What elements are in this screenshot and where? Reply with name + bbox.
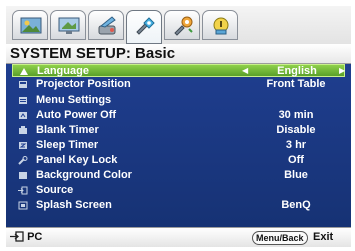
menu-item-label: Splash Screen [36, 199, 112, 211]
category-tab-bar [6, 6, 351, 44]
menu-back-key-hint[interactable]: Menu/Back [252, 231, 308, 245]
menu-item-value: 30 min [278, 109, 314, 121]
splash-screen-icon [18, 201, 28, 210]
menu-item-value: 3 hr [285, 139, 307, 151]
language-icon [20, 68, 28, 75]
menu-item-background-color[interactable]: Background Color Blue [6, 169, 351, 182]
menu-item-label: Auto Power Off [36, 109, 117, 121]
menu-title: SYSTEM SETUP: Basic [10, 45, 176, 62]
information-icon [213, 17, 229, 35]
exit-label: Exit [313, 231, 334, 243]
menu-item-sleep-timer[interactable]: Sleep Timer 3 hr [6, 139, 351, 152]
source-icon [18, 186, 28, 195]
status-bar: PC Menu/Back Exit [6, 227, 351, 247]
display-icon [58, 17, 80, 34]
projector-position-icon [19, 81, 27, 88]
menu-item-language[interactable]: Language ◀ English ▶ [12, 64, 345, 77]
tab-system-setup-basic[interactable] [126, 10, 162, 44]
menu-item-source[interactable]: Source [6, 184, 351, 197]
menu-item-label: Source [36, 184, 74, 196]
projector-osd-menu: SYSTEM SETUP: Basic Language ◀ English ▶… [6, 6, 351, 247]
background-color-icon [19, 172, 27, 179]
menu-settings-icon [19, 97, 27, 104]
menu-item-auto-power-off[interactable]: Auto Power Off 30 min [6, 109, 351, 122]
menu-item-panel-key-lock[interactable]: Panel Key Lock Off [6, 154, 351, 167]
menu-item-splash-screen[interactable]: Splash Screen BenQ [6, 199, 351, 212]
tab-picture[interactable] [12, 10, 48, 40]
sleep-timer-icon [19, 142, 27, 149]
menu-item-label: Menu Settings [36, 94, 112, 106]
menu-item-label: Projector Position [36, 78, 131, 90]
menu-item-label: Language [37, 65, 89, 77]
menu-item-label: Blank Timer [36, 124, 99, 136]
blank-timer-icon [19, 126, 27, 134]
menu-item-label: Sleep Timer [36, 139, 99, 151]
menu-item-menu-settings[interactable]: Menu Settings [6, 94, 351, 107]
menu-title-bar: SYSTEM SETUP: Basic [6, 44, 351, 64]
picture-icon [20, 17, 42, 34]
menu-item-value: BenQ [281, 199, 311, 211]
menu-item-value: Disable [276, 124, 316, 136]
current-source: PC [10, 231, 42, 243]
menu-item-projector-position[interactable]: Projector Position Front Table [6, 78, 351, 91]
tab-setup-tools[interactable] [88, 10, 124, 40]
tab-display[interactable] [50, 10, 86, 40]
input-source-icon [10, 231, 24, 242]
menu-item-label: Panel Key Lock [36, 154, 118, 166]
menu-item-value: English [277, 65, 317, 77]
setup-tools-icon [98, 16, 116, 35]
tab-information[interactable] [202, 10, 238, 40]
menu-item-value: Off [288, 154, 304, 166]
system-setup-basic-icon [136, 17, 155, 35]
arrow-right-icon[interactable]: ▶ [339, 65, 345, 77]
tab-system-setup-advanced[interactable] [164, 10, 200, 40]
menu-item-value: Blue [284, 169, 308, 181]
current-source-label: PC [27, 231, 43, 243]
auto-power-off-icon [19, 112, 27, 119]
system-setup-advanced-icon [174, 16, 193, 36]
menu-item-label: Background Color [36, 169, 132, 181]
panel-key-lock-icon [18, 156, 28, 165]
menu-item-blank-timer[interactable]: Blank Timer Disable [6, 124, 351, 137]
menu-panel: Language ◀ English ▶ Projector Position … [6, 64, 351, 227]
menu-item-value: Front Table [266, 78, 326, 90]
